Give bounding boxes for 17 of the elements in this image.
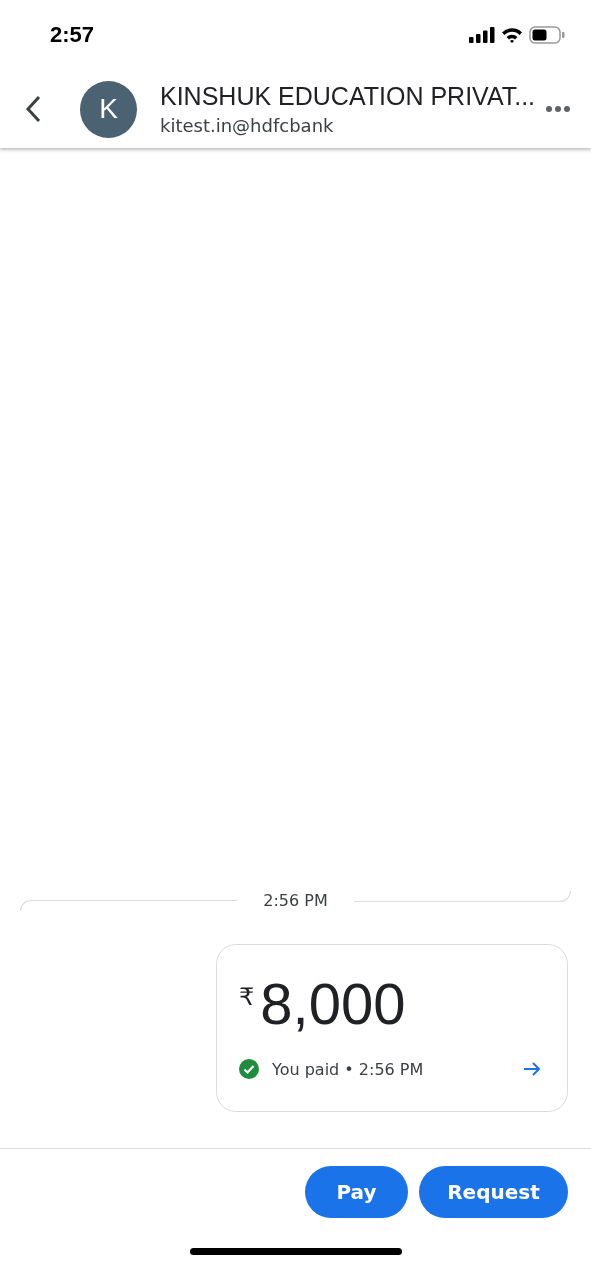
payee-name: KINSHUK EDUCATION PRIVAT... xyxy=(160,82,537,111)
payment-amount: 8,000 xyxy=(260,971,406,1037)
wifi-icon xyxy=(501,27,523,43)
status-time: 2:57 xyxy=(50,22,95,48)
avatar: K xyxy=(80,80,137,138)
arrow-right-icon[interactable] xyxy=(523,1061,541,1077)
request-button[interactable]: Request xyxy=(419,1166,568,1218)
signal-icon xyxy=(469,27,495,43)
currency-symbol: ₹ xyxy=(239,983,255,1011)
more-dots-icon xyxy=(545,105,571,113)
timestamp: 2:56 PM xyxy=(263,890,328,910)
pay-button[interactable]: Pay xyxy=(305,1166,408,1218)
payment-card[interactable]: ₹8,000 You paid • 2:56 PM xyxy=(216,944,568,1112)
upi-id: kitest.in@hdfcbank xyxy=(160,115,335,136)
battery-icon xyxy=(529,26,565,44)
payment-status: You paid • 2:56 PM xyxy=(272,1059,425,1079)
back-chevron-icon xyxy=(24,94,42,124)
